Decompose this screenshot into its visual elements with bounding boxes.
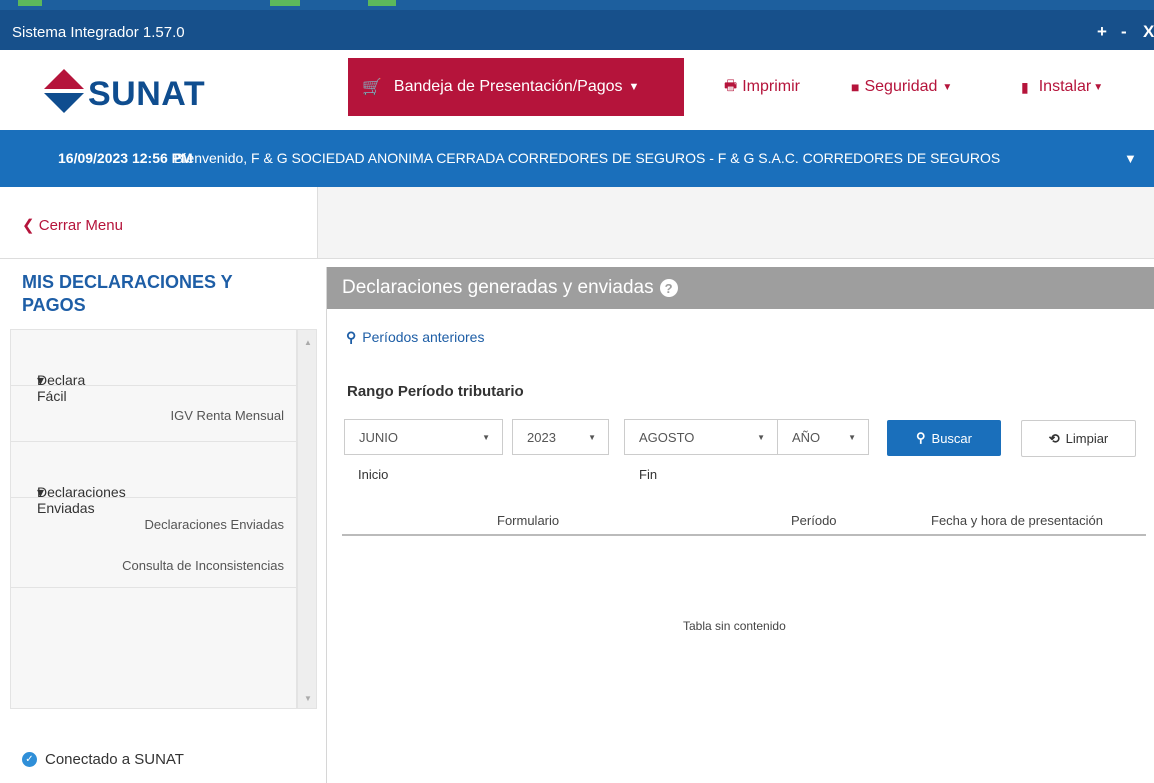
range-title: Rango Período tributario: [347, 383, 524, 400]
periodos-anteriores-label: Períodos anteriores: [362, 329, 485, 345]
menu-item-declaraciones-enviadas[interactable]: Declaraciones Enviadas: [145, 517, 284, 532]
column-header-formulario[interactable]: Formulario: [497, 513, 559, 528]
window-title: Sistema Integrador 1.57.0: [12, 24, 185, 41]
search-button[interactable]: ⚲ Buscar: [887, 420, 1001, 456]
sidebar-heading: MIS DECLARACIONES Y PAGOS: [22, 272, 233, 315]
close-menu-link[interactable]: ❮ Cerrar Menu: [22, 216, 123, 234]
end-month-select[interactable]: AGOSTO ▼: [624, 419, 778, 455]
sunat-logo-icon: [44, 69, 84, 113]
menu-group-declaraciones-enviadas[interactable]: ▾ Declaraciones Enviadas: [11, 442, 298, 516]
clear-button-label: Limpiar: [1065, 431, 1109, 446]
refresh-icon: ⟲: [1048, 430, 1060, 446]
help-icon[interactable]: ?: [659, 279, 678, 297]
connection-status-label: Conectado a SUNAT: [45, 751, 184, 768]
sunat-logo: SUNAT: [42, 67, 272, 115]
chevron-down-icon: ▼: [848, 433, 856, 442]
chevron-down-icon: ▼: [1093, 81, 1104, 93]
printer-icon: 🖶: [724, 77, 738, 93]
menu-group-label: Declara Fácil: [37, 372, 86, 404]
panel-title: Declaraciones generadas y enviadas: [342, 277, 654, 298]
close-menu-bar: ❮ Cerrar Menu: [0, 187, 318, 259]
end-label: Fin: [639, 467, 658, 482]
user-menu-chevron-icon[interactable]: ▼: [1124, 151, 1137, 166]
end-year-select[interactable]: AÑO ▼: [777, 419, 869, 455]
sidebar-menu: ▾ Declara Fácil IGV Renta Mensual ▾ Decl…: [10, 329, 298, 709]
close-window-button[interactable]: X: [1143, 22, 1154, 42]
cart-icon: 🛒: [362, 79, 382, 96]
maximize-button[interactable]: +: [1097, 22, 1107, 42]
panel-header: Declaraciones generadas y enviadas ?: [327, 267, 1154, 309]
scroll-down-icon[interactable]: ▼: [304, 694, 312, 703]
chevron-left-icon: ❮: [22, 217, 35, 234]
nav-instalar-label: Instalar: [1038, 78, 1092, 95]
start-year-value: 2023: [527, 429, 556, 445]
file-icon: ▮: [1021, 78, 1029, 95]
chevron-down-icon: ▼: [942, 81, 953, 93]
table-empty-message: Tabla sin contenido: [683, 619, 786, 633]
taskbar-indicator: [368, 0, 396, 6]
start-month-value: JUNIO: [359, 429, 398, 445]
search-icon: ⚲: [346, 329, 357, 345]
menu-item-igv-renta[interactable]: IGV Renta Mensual: [171, 408, 284, 423]
scroll-up-icon[interactable]: ▲: [304, 338, 312, 347]
column-header-fecha[interactable]: Fecha y hora de presentación: [931, 513, 1103, 528]
sidebar-scrollbar[interactable]: ▲ ▼: [297, 329, 317, 709]
chevron-down-icon: ▼: [757, 433, 765, 442]
nav-instalar[interactable]: ▮ Instalar ▼: [1021, 58, 1103, 116]
chevron-down-icon: ▼: [482, 433, 490, 442]
menu-group-label: Declaraciones Enviadas: [37, 484, 126, 516]
chevron-down-icon: ▼: [628, 81, 640, 93]
nav-seguridad[interactable]: ■ Seguridad ▼: [851, 58, 952, 116]
nav-bandeja[interactable]: 🛒 Bandeja de Presentación/Pagos ▼: [348, 58, 684, 116]
sidebar: MIS DECLARACIONES Y PAGOS ▾ Declara Fáci…: [0, 259, 318, 783]
search-icon: ⚲: [916, 430, 926, 445]
datetime-label: 16/09/2023 12:56 PM: [58, 150, 193, 166]
check-circle-icon: ✓: [22, 752, 37, 767]
nav-bandeja-label: Bandeja de Presentación/Pagos: [393, 78, 623, 95]
close-menu-label: Cerrar Menu: [38, 217, 123, 234]
end-year-value: AÑO: [792, 429, 821, 445]
taskbar-indicator: [18, 0, 42, 6]
menu-divider: [11, 587, 298, 588]
periodos-anteriores-link[interactable]: ⚲ Períodos anteriores: [346, 329, 484, 346]
app-header: SUNAT 🛒 Bandeja de Presentación/Pagos ▼ …: [0, 50, 1154, 130]
table-header-divider: [342, 534, 1146, 536]
column-header-periodo[interactable]: Período: [791, 513, 837, 528]
nav-seguridad-label: Seguridad: [864, 78, 938, 95]
book-icon: ■: [851, 79, 860, 95]
start-label: Inicio: [358, 467, 389, 482]
start-year-select[interactable]: 2023 ▼: [512, 419, 609, 455]
connection-status: ✓ Conectado a SUNAT: [22, 751, 184, 768]
user-bar: Bienvenido, F & G SOCIEDAD ANONIMA CERRA…: [0, 130, 1154, 187]
nav-imprimir[interactable]: 🖶 Imprimir: [724, 58, 800, 116]
window-titlebar: Sistema Integrador 1.57.0 + - X: [0, 0, 1154, 50]
toolbar-area: [318, 187, 1154, 259]
minimize-button[interactable]: -: [1121, 22, 1127, 42]
user-company: Bienvenido, F & G SOCIEDAD ANONIMA CERRA…: [174, 150, 1001, 166]
menu-group-declara-facil[interactable]: ▾ Declara Fácil: [11, 330, 298, 404]
end-month-value: AGOSTO: [639, 429, 695, 445]
taskbar-strip: [0, 0, 1154, 10]
search-button-label: Buscar: [931, 430, 972, 446]
nav-imprimir-label: Imprimir: [742, 78, 800, 95]
menu-item-consulta-inconsistencias[interactable]: Consulta de Inconsistencias: [122, 558, 284, 573]
logo-text: SUNAT: [88, 75, 206, 113]
start-month-select[interactable]: JUNIO ▼: [344, 419, 503, 455]
declarations-panel: Declaraciones generadas y enviadas ? ⚲ Pe…: [326, 267, 1154, 783]
chevron-down-icon: ▼: [588, 433, 596, 442]
taskbar-indicator: [270, 0, 300, 6]
clear-button[interactable]: ⟲ Limpiar: [1021, 420, 1136, 457]
